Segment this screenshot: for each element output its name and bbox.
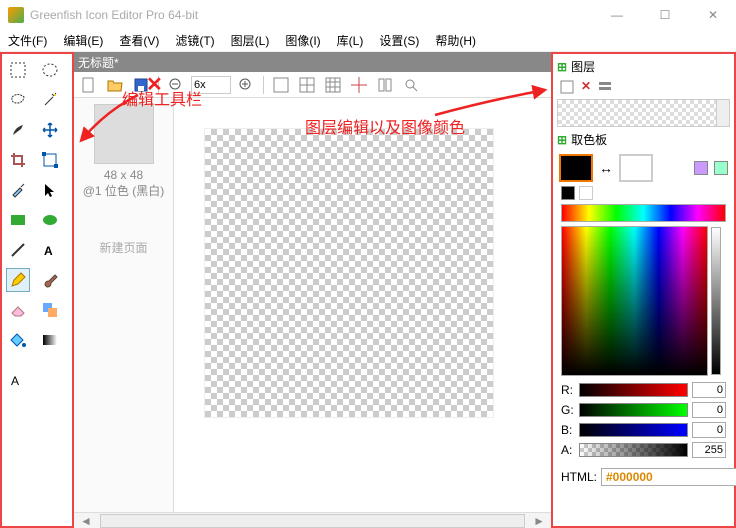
- menu-settings[interactable]: 设置(S): [375, 30, 423, 51]
- app-icon: [8, 7, 24, 23]
- ellipse-select-tool[interactable]: [38, 58, 62, 82]
- menu-file[interactable]: 文件(F): [4, 30, 51, 51]
- menu-filter[interactable]: 滤镜(T): [171, 30, 218, 51]
- zoom-in-button[interactable]: [235, 74, 257, 96]
- grid1-button[interactable]: [270, 74, 292, 96]
- rect-select-tool[interactable]: [6, 58, 30, 82]
- clone-tool[interactable]: [38, 298, 62, 322]
- value-slider[interactable]: [711, 227, 721, 375]
- menu-library[interactable]: 库(L): [333, 30, 368, 51]
- text-tool[interactable]: A: [38, 238, 62, 262]
- window-title: Greenfish Icon Editor Pro 64-bit: [30, 8, 602, 22]
- menu-view[interactable]: 查看(V): [115, 30, 163, 51]
- b-slider[interactable]: [579, 423, 688, 437]
- thumbnail-pane: 48 x 48 @1 位色 (黑白) 新建页面: [74, 98, 174, 528]
- rect-shape-tool[interactable]: [6, 208, 30, 232]
- thumb-mode-label: @1 位色 (黑白): [80, 182, 167, 199]
- menu-bar: 文件(F) 编辑(E) 查看(V) 滤镜(T) 图层(L) 图像(I) 库(L)…: [0, 30, 736, 52]
- canvas-area: [174, 98, 551, 528]
- gradient-tool[interactable]: [38, 328, 62, 352]
- right-panel: ⊞ 图层 ✕ ⊞ 取色板 ↔: [551, 52, 736, 528]
- line-tool[interactable]: [6, 238, 30, 262]
- layer-props-button[interactable]: [597, 79, 613, 95]
- search-button[interactable]: [400, 74, 422, 96]
- magic-wand-tool[interactable]: [38, 88, 62, 112]
- grid3-button[interactable]: [322, 74, 344, 96]
- title-bar: Greenfish Icon Editor Pro 64-bit — ☐ ✕: [0, 0, 736, 30]
- expand-icon[interactable]: ⊞: [557, 133, 567, 147]
- r-slider[interactable]: [579, 383, 688, 397]
- pen-tool[interactable]: [6, 118, 30, 142]
- g-label: G:: [561, 403, 575, 417]
- a-label: A:: [561, 443, 575, 457]
- pages-button[interactable]: [374, 74, 396, 96]
- layer-delete-button[interactable]: ✕: [581, 79, 591, 95]
- text2-tool[interactable]: A: [6, 368, 30, 392]
- pencil-tool[interactable]: [6, 268, 30, 292]
- eyedropper-tool[interactable]: [6, 178, 30, 202]
- background-swatch[interactable]: [619, 154, 653, 182]
- ellipse-shape-tool[interactable]: [38, 208, 62, 232]
- palette-title: 取色板: [571, 131, 607, 148]
- annotation-toolbar: 编辑工具栏: [122, 86, 202, 110]
- new-button[interactable]: [78, 74, 100, 96]
- layer-list[interactable]: [557, 99, 730, 127]
- transform-tool[interactable]: [38, 148, 62, 172]
- lasso-tool[interactable]: [6, 88, 30, 112]
- mini-swatch-2[interactable]: [714, 161, 728, 175]
- b-label: B:: [561, 423, 575, 437]
- a-input[interactable]: [692, 442, 726, 458]
- fill-tool[interactable]: [6, 328, 30, 352]
- scroll-right-icon[interactable]: ►: [527, 514, 551, 528]
- move-tool[interactable]: [38, 118, 62, 142]
- r-input[interactable]: [692, 382, 726, 398]
- maximize-button[interactable]: ☐: [650, 8, 680, 22]
- palette-header: ⊞ 取色板: [555, 129, 732, 150]
- menu-layer[interactable]: 图层(L): [227, 30, 274, 51]
- page-thumbnail[interactable]: [94, 104, 154, 164]
- toolbox-panel: A A: [0, 52, 74, 528]
- svg-text:A: A: [11, 374, 19, 388]
- scroll-left-icon[interactable]: ◄: [74, 514, 98, 528]
- html-label: HTML:: [561, 470, 597, 484]
- minimize-button[interactable]: —: [602, 8, 632, 22]
- menu-help[interactable]: 帮助(H): [431, 30, 480, 51]
- brush-tool[interactable]: [38, 268, 62, 292]
- grid2-button[interactable]: [296, 74, 318, 96]
- new-page-label[interactable]: 新建页面: [80, 239, 167, 256]
- reset-colors-icon2[interactable]: [579, 186, 593, 200]
- hue-slider[interactable]: [561, 204, 726, 222]
- center-lines-button[interactable]: [348, 74, 370, 96]
- document-tab[interactable]: 无标题*: [78, 54, 119, 71]
- editing-canvas[interactable]: [204, 128, 494, 418]
- h-scrollbar[interactable]: [100, 514, 525, 528]
- menu-edit[interactable]: 编辑(E): [59, 30, 107, 51]
- a-slider[interactable]: [579, 443, 688, 457]
- menu-image[interactable]: 图像(I): [281, 30, 324, 51]
- html-color-input[interactable]: [601, 468, 736, 486]
- layer-new-button[interactable]: [559, 79, 575, 95]
- b-input[interactable]: [692, 422, 726, 438]
- status-bar: ◄ ►: [74, 512, 551, 528]
- r-label: R:: [561, 383, 575, 397]
- g-input[interactable]: [692, 402, 726, 418]
- reset-colors-icon[interactable]: [561, 186, 575, 200]
- mini-swatch-1[interactable]: [694, 161, 708, 175]
- document-tab-bar: 无标题*: [74, 52, 551, 72]
- g-slider[interactable]: [579, 403, 688, 417]
- color-field[interactable]: [561, 226, 708, 376]
- annotation-rightpanel: 图层编辑以及图像颜色: [305, 114, 465, 138]
- close-button[interactable]: ✕: [698, 8, 728, 22]
- expand-icon[interactable]: ⊞: [557, 60, 567, 74]
- svg-text:A: A: [44, 244, 53, 258]
- thumb-size-label: 48 x 48: [80, 168, 167, 182]
- layers-header: ⊞ 图层: [555, 56, 732, 77]
- pointer-tool[interactable]: [38, 178, 62, 202]
- foreground-swatch[interactable]: [559, 154, 593, 182]
- layers-title: 图层: [571, 58, 595, 75]
- crop-tool[interactable]: [6, 148, 30, 172]
- eraser-tool[interactable]: [6, 298, 30, 322]
- swap-colors-icon[interactable]: ↔: [599, 160, 613, 176]
